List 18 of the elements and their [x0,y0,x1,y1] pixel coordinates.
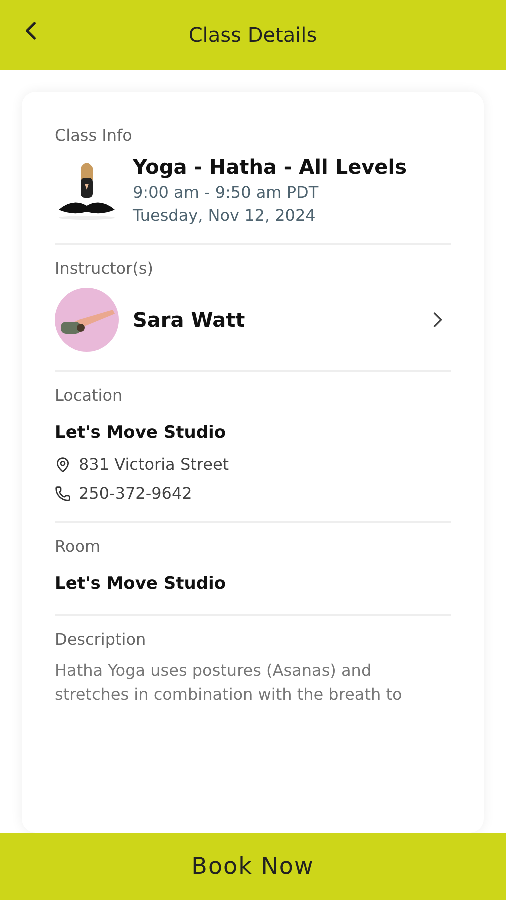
section-label: Description [55,630,148,649]
address-text: 831 Victoria Street [79,455,230,474]
book-now-button[interactable]: Book Now [0,833,506,900]
room-name: Let's Move Studio [55,573,228,596]
class-name: Yoga - Hatha - All Levels [133,155,408,179]
instructor-name[interactable]: Sara Watt [133,308,411,332]
class-date: Tuesday, Nov 12, 2024 [133,206,317,225]
section-label: Location [55,386,124,405]
page-title: Class Details [188,23,318,47]
location-pin-icon [55,456,71,472]
phone-number[interactable]: 250-372-9642 [79,484,192,503]
section-label: Instructor(s) [55,259,154,278]
phone-icon [55,486,71,502]
section-label: Class Info [55,126,134,145]
description-text: Hatha Yoga uses postures (Asanas) and stretches in combination with the breath to [55,660,404,706]
class-time: 9:00 am - 9:50 am PDT [133,183,320,202]
section-label: Room [55,537,102,556]
location-name: Let's Move Studio [55,422,228,445]
